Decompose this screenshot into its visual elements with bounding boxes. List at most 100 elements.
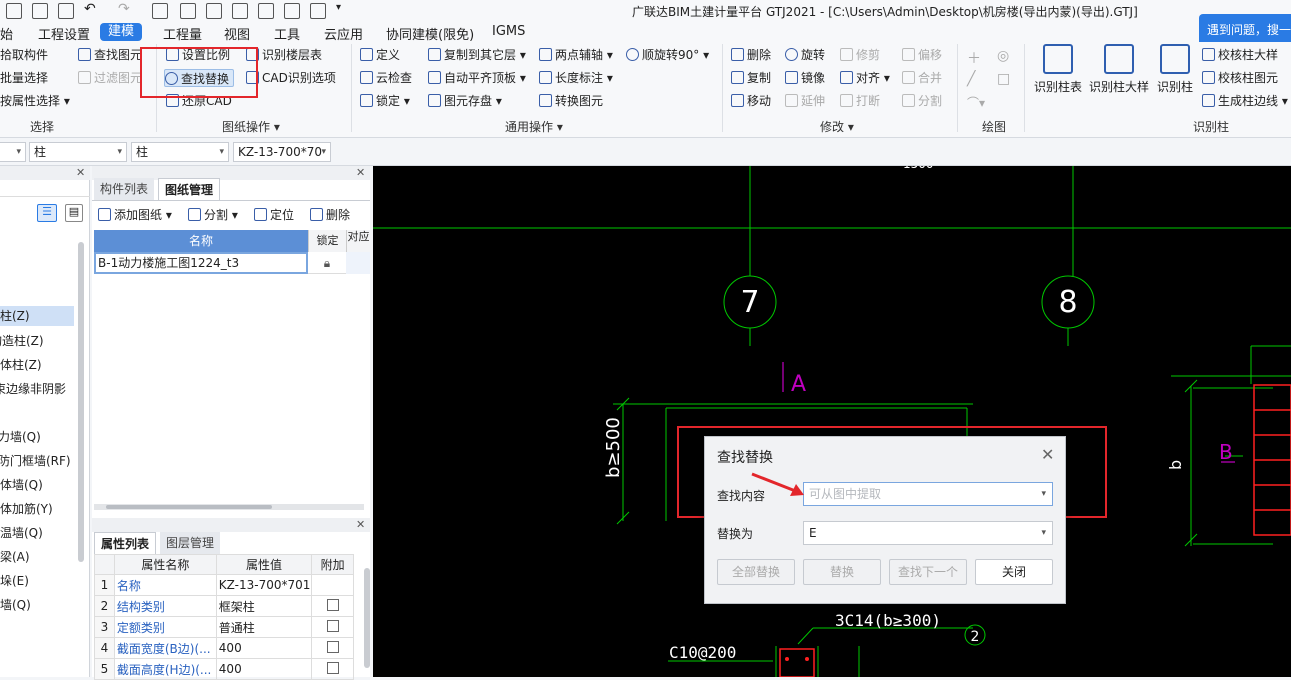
gen-column-edge-button[interactable]: 生成柱边线 ▾ — [1202, 92, 1288, 110]
close-icon[interactable]: ✕ — [356, 518, 365, 531]
col-header-mapping[interactable]: 对应 — [346, 230, 370, 252]
arc-draw-icon[interactable]: ⌒▾ — [967, 94, 985, 111]
menu-modeling[interactable]: 建模 — [100, 23, 143, 41]
check-column-detail-button[interactable]: 校核柱大样 — [1202, 46, 1278, 64]
merge-button[interactable]: 合并 — [902, 69, 942, 87]
open-folder-icon[interactable] — [32, 3, 48, 19]
identify-column-button[interactable]: 识别柱 — [1155, 44, 1195, 95]
property-value[interactable]: 框架柱 — [215, 595, 313, 617]
rect-draw-icon[interactable]: □ — [997, 71, 1010, 87]
nav-item-edge-member[interactable]: 约束边缘非阴影 — [0, 380, 66, 397]
column-icon[interactable] — [284, 3, 300, 19]
ruler-icon[interactable] — [258, 3, 274, 19]
nav-item-masonry-column[interactable]: 砌体柱(Z) — [0, 356, 42, 373]
property-value[interactable]: 400 — [215, 637, 313, 659]
nav-item-insulation-wall[interactable]: 保温墙(Q) — [0, 524, 43, 541]
nav-item-masonry-rebar[interactable]: 砌体加筋(Y) — [0, 500, 53, 517]
save-icon[interactable] — [58, 3, 74, 19]
checkbox[interactable] — [326, 619, 339, 632]
nav-item-pilaster[interactable]: 墙垛(E) — [0, 572, 29, 589]
new-file-icon[interactable] — [6, 3, 22, 19]
move-button[interactable]: 移动 — [731, 92, 771, 110]
property-scrollbar[interactable] — [364, 568, 370, 668]
group-label-modify[interactable]: 修改 ▾ — [820, 118, 854, 135]
tab-properties[interactable]: 属性列表 — [94, 532, 157, 554]
trim-button[interactable]: 修剪 — [840, 46, 880, 64]
find-image-button[interactable]: 查找图元 — [78, 46, 142, 64]
menu-tools[interactable]: 工具 — [274, 24, 300, 43]
menu-igms[interactable]: IGMS — [492, 24, 525, 39]
replace-button[interactable]: 替换 — [803, 559, 881, 585]
find-input[interactable]: 可从图中提取 ▾ — [803, 482, 1053, 506]
rotate-90-button[interactable]: 顺旋转90° ▾ — [626, 46, 709, 64]
lock-button[interactable]: 锁定 ▾ — [360, 92, 410, 110]
close-icon[interactable]: ✕ — [76, 166, 85, 179]
break-button[interactable]: 打断 — [840, 92, 880, 110]
point-draw-icon[interactable]: ＋ — [967, 48, 981, 68]
copy-to-layer-button[interactable]: 复制到其它层 ▾ — [428, 46, 526, 64]
offset-button[interactable]: 偏移 — [902, 46, 942, 64]
menu-quantity[interactable]: 工程量 — [163, 24, 202, 43]
nav-item-shear-wall[interactable]: 剪力墙(Q) — [0, 428, 41, 445]
property-value[interactable]: 普通柱 — [215, 616, 313, 638]
select-by-attr-button[interactable]: 按属性选择 ▾ — [0, 92, 70, 110]
find-next-button[interactable]: 查找下一个 — [889, 559, 967, 585]
menu-start[interactable]: 始 — [0, 24, 13, 43]
table-icon[interactable] — [232, 3, 248, 19]
group-label-drawing-ops[interactable]: 图纸操作 ▾ — [222, 118, 280, 135]
property-value[interactable]: 400 — [215, 658, 313, 680]
extend-button[interactable]: 延伸 — [785, 92, 825, 110]
customize-icon[interactable]: ▾ — [336, 2, 341, 13]
nav-item-civil-defense-wall[interactable]: 人防门框墙(RF) — [0, 452, 71, 469]
component-select[interactable]: KZ-13-700*70 ▾ — [233, 142, 331, 162]
group-label-general-ops[interactable]: 通用操作 ▾ — [505, 118, 563, 135]
add-drawing-button[interactable]: 添加图纸 ▾ — [98, 206, 172, 224]
category-select[interactable]: 柱 ▾ — [29, 142, 127, 162]
detail-view-icon[interactable]: ▤ — [65, 204, 83, 222]
locate-button[interactable]: 定位 — [254, 206, 294, 224]
cad-options-button[interactable]: CAD识别选项 — [246, 69, 336, 87]
nav-item-curtain-wall[interactable]: 幕墙(Q) — [0, 596, 31, 613]
identify-column-detail-button[interactable]: 识别柱大样 — [1087, 44, 1151, 95]
tab-drawing-manager[interactable]: 图纸管理 — [158, 178, 221, 200]
split-drawing-button[interactable]: 分割 ▾ — [188, 206, 238, 224]
col-header-lock[interactable]: 锁定 — [308, 230, 346, 252]
close-icon[interactable]: ✕ — [1041, 445, 1054, 464]
split-button[interactable]: 分割 — [902, 92, 942, 110]
mirror-button[interactable]: 镜像 — [785, 69, 825, 87]
line-draw-icon[interactable]: ╱ — [967, 71, 975, 87]
undo-icon[interactable]: ↶ — [84, 1, 96, 17]
close-icon[interactable]: ✕ — [356, 166, 365, 179]
nav-scrollbar[interactable] — [78, 242, 84, 562]
align-button[interactable]: 对齐 ▾ — [840, 69, 890, 87]
tab-layer-manager[interactable]: 图层管理 — [160, 532, 221, 554]
nav-item-masonry-wall[interactable]: 砌体墙(Q) — [0, 476, 43, 493]
delete-drawing-button[interactable]: 删除 — [310, 206, 350, 224]
replace-all-button[interactable]: 全部替换 — [717, 559, 795, 585]
chevron-down-icon[interactable]: ▾ — [1041, 483, 1046, 505]
property-value[interactable]: KZ-13-700*701 — [215, 574, 313, 596]
filter-image-button[interactable]: 过滤图元 — [78, 69, 142, 87]
define-button[interactable]: 定义 — [360, 46, 400, 64]
auto-flush-button[interactable]: 自动平齐顶板 ▾ — [428, 69, 526, 87]
floor-select[interactable]: ▾ — [0, 142, 26, 162]
rotate-point-icon[interactable]: ◎ — [997, 48, 1009, 64]
pick-component-button[interactable]: 拾取构件 — [0, 46, 48, 64]
replace-input[interactable]: E ▾ — [803, 521, 1053, 545]
delete-button[interactable]: 删除 — [731, 46, 771, 64]
menu-project-settings[interactable]: 工程设置 — [38, 24, 90, 43]
batch-select-button[interactable]: 批量选择 — [0, 69, 48, 87]
cloud-check-button[interactable]: 云检查 — [360, 69, 412, 87]
menu-view[interactable]: 视图 — [224, 24, 250, 43]
calc-icon[interactable] — [180, 3, 196, 19]
two-point-axis-button[interactable]: 两点辅轴 ▾ — [539, 46, 613, 64]
convert-image-button[interactable]: 转换图元 — [539, 92, 603, 110]
image-save-button[interactable]: 图元存盘 ▾ — [428, 92, 502, 110]
chevron-down-icon[interactable]: ▾ — [1041, 522, 1046, 544]
cloud-icon[interactable] — [310, 3, 326, 19]
nav-item-column[interactable]: 柱(Z) — [0, 306, 74, 326]
copy-button[interactable]: 复制 — [731, 69, 771, 87]
nav-item-hidden-beam[interactable]: 暗梁(A) — [0, 548, 30, 565]
grid-icon[interactable] — [206, 3, 222, 19]
length-dim-button[interactable]: 长度标注 ▾ — [539, 69, 613, 87]
